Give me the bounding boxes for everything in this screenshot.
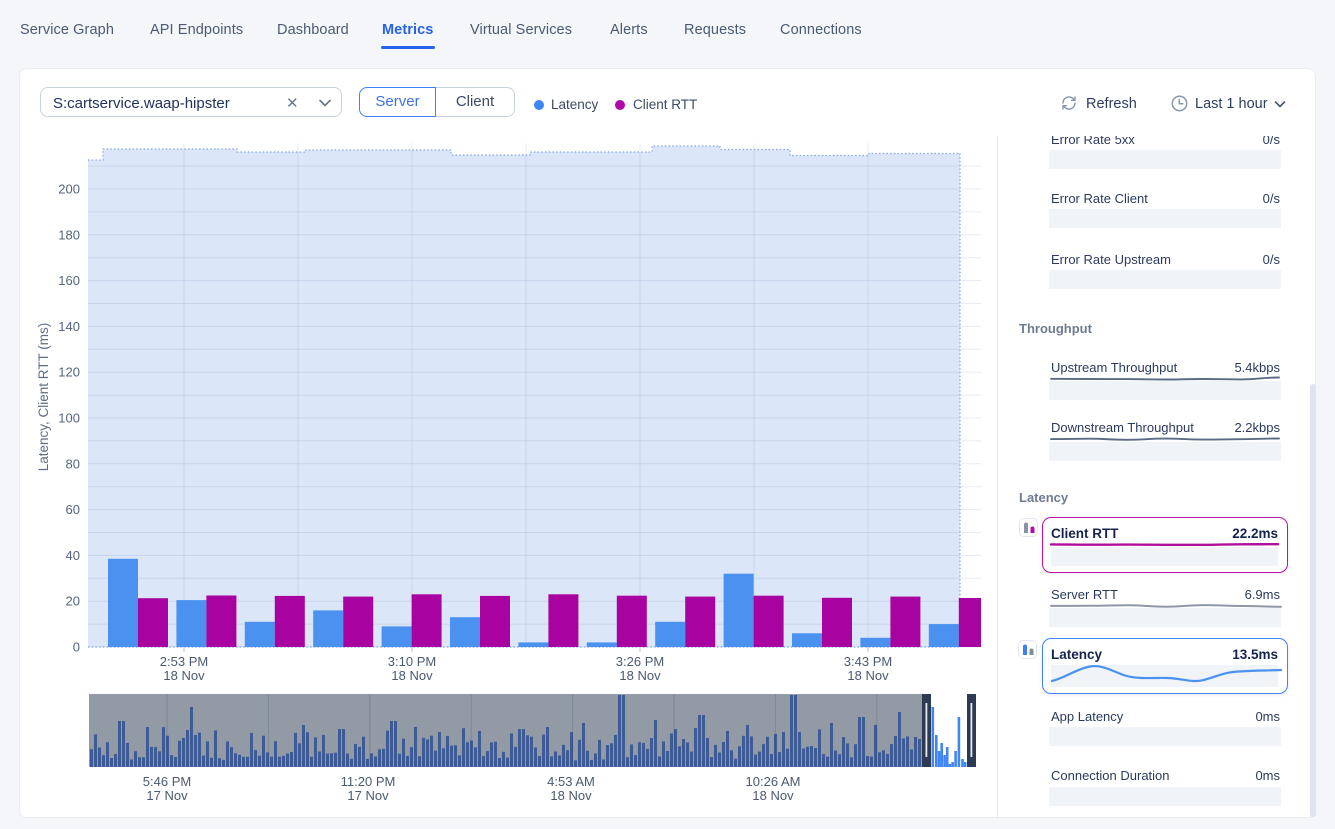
svg-text:18 Nov: 18 Nov bbox=[391, 668, 433, 683]
svg-text:2:53 PM: 2:53 PM bbox=[160, 654, 208, 669]
svg-text:80: 80 bbox=[66, 456, 80, 471]
svg-text:160: 160 bbox=[58, 273, 80, 288]
svg-text:120: 120 bbox=[58, 365, 80, 380]
svg-text:40: 40 bbox=[66, 548, 80, 563]
svg-text:17 Nov: 17 Nov bbox=[146, 788, 188, 803]
svg-text:140: 140 bbox=[58, 319, 80, 334]
svg-text:11:20 PM: 11:20 PM bbox=[341, 774, 396, 789]
svg-text:5:46 PM: 5:46 PM bbox=[143, 774, 191, 789]
svg-text:Latency, Client RTT (ms): Latency, Client RTT (ms) bbox=[36, 323, 51, 472]
svg-text:100: 100 bbox=[58, 411, 80, 426]
svg-text:18 Nov: 18 Nov bbox=[550, 788, 592, 803]
svg-text:18 Nov: 18 Nov bbox=[619, 668, 661, 683]
svg-text:3:10 PM: 3:10 PM bbox=[388, 654, 436, 669]
svg-text:0: 0 bbox=[73, 640, 80, 655]
svg-text:3:26 PM: 3:26 PM bbox=[616, 654, 664, 669]
svg-text:3:43 PM: 3:43 PM bbox=[844, 654, 892, 669]
svg-text:10:26 AM: 10:26 AM bbox=[746, 774, 801, 789]
svg-text:18 Nov: 18 Nov bbox=[163, 668, 205, 683]
svg-text:60: 60 bbox=[66, 502, 80, 517]
svg-text:180: 180 bbox=[58, 227, 80, 242]
svg-text:18 Nov: 18 Nov bbox=[847, 668, 889, 683]
svg-text:200: 200 bbox=[58, 182, 80, 197]
svg-text:20: 20 bbox=[66, 594, 80, 609]
svg-text:17 Nov: 17 Nov bbox=[347, 788, 389, 803]
svg-text:4:53 AM: 4:53 AM bbox=[547, 774, 595, 789]
svg-text:18 Nov: 18 Nov bbox=[752, 788, 794, 803]
